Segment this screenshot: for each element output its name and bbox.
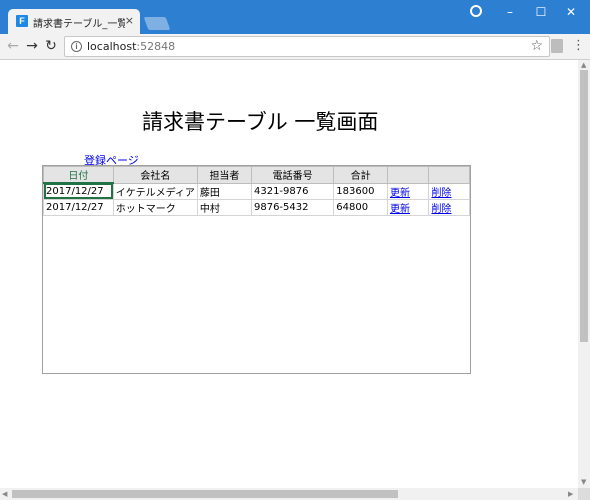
cell-delete: 削除 — [428, 182, 470, 200]
info-icon[interactable]: i — [71, 41, 82, 52]
table-row: 2017/12/27 イケテルメディア 藤田 4321-9876 183600 … — [43, 182, 470, 200]
scroll-up-icon[interactable]: ▲ — [581, 61, 586, 69]
update-link[interactable]: 更新 — [390, 188, 410, 199]
cell-total[interactable]: 64800 — [333, 198, 388, 216]
cell-phone[interactable]: 9876-5432 — [250, 198, 335, 216]
cell-total[interactable]: 183600 — [333, 182, 388, 200]
cell-update: 更新 — [386, 182, 430, 200]
header-person[interactable]: 担当者 — [196, 166, 252, 184]
header-phone[interactable]: 電話番号 — [250, 166, 335, 184]
new-tab-button[interactable] — [143, 17, 171, 30]
delete-link[interactable]: 削除 — [431, 188, 451, 199]
page-title: 請求書テーブル 一覧画面 — [142, 110, 379, 134]
browser-toolbar: ← → ↻ i localhost:52848 ☆ ⋮ — [0, 34, 590, 60]
scroll-right-icon[interactable]: ▶ — [568, 490, 573, 498]
header-row: 日付 会社名 担当者 電話番号 合計 — [43, 166, 470, 184]
delete-link[interactable]: 削除 — [431, 204, 451, 215]
cell-company[interactable]: イケテルメディア — [112, 182, 198, 200]
header-total[interactable]: 合計 — [333, 166, 388, 184]
header-company[interactable]: 会社名 — [112, 166, 198, 184]
maximize-button[interactable]: ☐ — [531, 4, 551, 20]
tab-close-icon[interactable]: × — [125, 14, 134, 27]
invoice-grid[interactable]: 日付 会社名 担当者 電話番号 合計 2017/12/27 イケテルメディア 藤… — [42, 165, 471, 374]
back-arrow-icon[interactable]: ← — [5, 38, 21, 54]
cell-date[interactable]: 2017/12/27 — [43, 198, 114, 216]
header-delete[interactable] — [428, 166, 470, 184]
vertical-scrollbar[interactable]: ▲ ▼ — [578, 60, 590, 488]
bookmark-star-icon[interactable]: ☆ — [530, 38, 543, 54]
cell-date[interactable]: 2017/12/27 — [43, 182, 114, 200]
reload-icon[interactable]: ↻ — [43, 38, 59, 54]
horizontal-scrollbar[interactable]: ◀ ▶ — [0, 488, 578, 500]
address-port: :52848 — [136, 40, 176, 53]
cell-delete: 削除 — [428, 198, 470, 216]
address-url: localhost:52848 — [87, 40, 175, 53]
minimize-button[interactable]: – — [500, 4, 520, 20]
scroll-left-icon[interactable]: ◀ — [2, 490, 7, 498]
forward-arrow-icon[interactable]: → — [24, 38, 40, 54]
vertical-scroll-thumb[interactable] — [580, 70, 588, 342]
tab-title: 請求書テーブル_一覧ページ — [33, 19, 125, 30]
table-row: 2017/12/27 ホットマーク 中村 9876-5432 64800 更新 … — [43, 198, 470, 216]
menu-icon[interactable]: ⋮ — [572, 38, 585, 53]
cell-company[interactable]: ホットマーク — [112, 198, 198, 216]
cell-person[interactable]: 中村 — [196, 198, 252, 216]
update-link[interactable]: 更新 — [390, 204, 410, 215]
browser-titlebar: F 請求書テーブル_一覧ページ × – ☐ ✕ — [0, 0, 590, 34]
cell-update: 更新 — [386, 198, 430, 216]
header-date[interactable]: 日付 — [43, 166, 114, 184]
cell-person[interactable]: 藤田 — [196, 182, 252, 200]
page-content: 請求書テーブル 一覧画面 登録ページ 日付 会社名 担当者 電話番号 合計 20… — [0, 60, 578, 488]
extension-icon[interactable] — [551, 39, 563, 53]
browser-tab[interactable]: F 請求書テーブル_一覧ページ × — [8, 9, 140, 34]
address-host: localhost — [87, 40, 137, 53]
scroll-down-icon[interactable]: ▼ — [581, 478, 586, 486]
address-bar[interactable]: i localhost:52848 ☆ — [64, 36, 550, 57]
profile-icon[interactable] — [470, 5, 482, 17]
favicon-icon: F — [16, 15, 28, 27]
scrollbar-corner — [578, 488, 590, 500]
invoice-table: 日付 会社名 担当者 電話番号 合計 2017/12/27 イケテルメディア 藤… — [43, 166, 470, 216]
cell-phone[interactable]: 4321-9876 — [250, 182, 335, 200]
horizontal-scroll-thumb[interactable] — [12, 490, 398, 498]
close-window-button[interactable]: ✕ — [561, 4, 581, 20]
header-update[interactable] — [386, 166, 430, 184]
